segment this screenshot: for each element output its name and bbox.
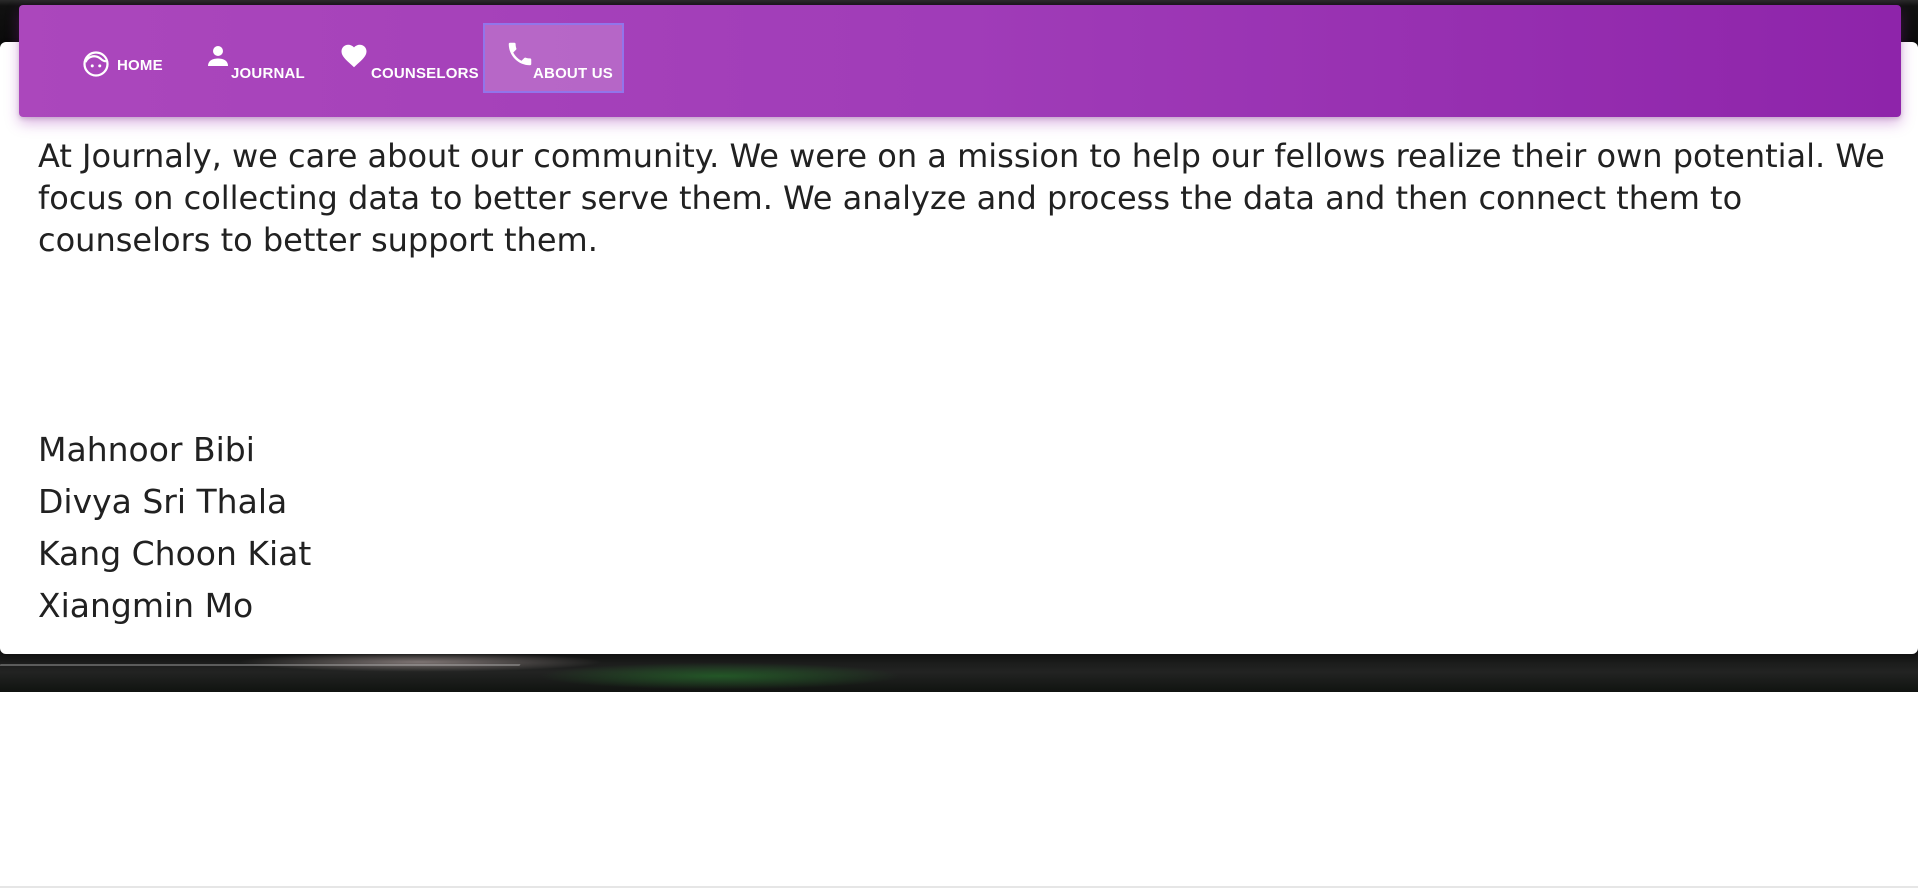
nav-journal-link[interactable]: JOURNAL	[179, 23, 309, 93]
about-description: At Journaly, we care about our community…	[38, 137, 1885, 259]
person-icon	[203, 41, 233, 71]
face-icon	[81, 49, 111, 79]
team-member-list: Mahnoor Bibi Divya Sri Thala Kang Choon …	[38, 424, 311, 632]
team-member: Xiangmin Mo	[38, 586, 254, 625]
nav-home-link[interactable]: HOME	[59, 23, 169, 93]
phone-icon	[505, 39, 535, 69]
nav-about-us-label: ABOUT US	[533, 65, 613, 82]
team-member: Divya Sri Thala	[38, 482, 288, 521]
top-navbar: HOME JOURNAL COUNSELORS ABOUT US	[19, 5, 1901, 117]
team-member: Mahnoor Bibi	[38, 430, 255, 469]
heart-icon	[339, 41, 369, 71]
nav-counselors-link[interactable]: COUNSELORS	[317, 23, 479, 93]
team-member: Kang Choon Kiat	[38, 534, 312, 573]
about-content: At Journaly, we care about our community…	[38, 135, 1888, 261]
nav-counselors-label: COUNSELORS	[371, 65, 479, 82]
nav-about-us-link[interactable]: ABOUT US	[483, 23, 624, 93]
nav-journal-label: JOURNAL	[231, 65, 305, 82]
nav-home-label: HOME	[117, 57, 163, 74]
background-road-line	[0, 664, 521, 666]
